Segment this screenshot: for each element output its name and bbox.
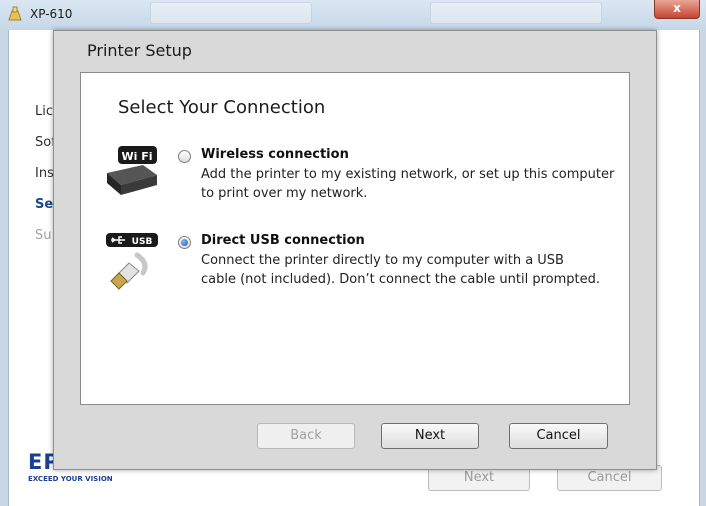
- dialog-title: Printer Setup: [87, 41, 192, 60]
- wireless-description-line: to print over my network.: [201, 186, 368, 201]
- cancel-button[interactable]: Cancel: [509, 423, 608, 449]
- close-icon: x: [673, 1, 681, 15]
- usb-radio[interactable]: [178, 236, 191, 249]
- usb-description: Connect the printer directly to my compu…: [201, 251, 621, 289]
- printer-setup-dialog: Printer Setup Select Your Connection Wi …: [53, 30, 657, 470]
- installer-app-icon: [8, 6, 22, 21]
- usb-description-line: Connect the printer directly to my compu…: [201, 253, 564, 268]
- wireless-description-line: Add the printer to my existing network, …: [201, 167, 615, 182]
- wireless-radio[interactable]: [178, 150, 191, 163]
- logo-tagline: EXCEED YOUR VISION: [28, 475, 113, 483]
- wifi-printer-icon: Wi Fi: [107, 146, 157, 195]
- background-window-title: XP-610: [30, 7, 73, 21]
- wireless-title: Wireless connection: [201, 147, 349, 162]
- back-button[interactable]: Back: [257, 423, 355, 449]
- wireless-description: Add the printer to my existing network, …: [201, 165, 621, 203]
- wifi-badge-text: Wi Fi: [121, 150, 152, 163]
- usb-badge-text: USB: [132, 237, 153, 247]
- usb-description-line: cable (not included). Don’t connect the …: [201, 272, 600, 287]
- background-window-titlebar: XP-610 x: [0, 0, 706, 30]
- background-tab: [150, 2, 312, 24]
- window-close-button[interactable]: x: [654, 0, 700, 19]
- connection-heading: Select Your Connection: [118, 97, 326, 118]
- connection-panel: Select Your Connection Wi Fi Wireless co…: [80, 72, 630, 405]
- usb-cable-icon: USB: [106, 233, 158, 290]
- usb-title: Direct USB connection: [201, 233, 365, 248]
- next-button[interactable]: Next: [381, 423, 479, 449]
- background-tab: [430, 2, 602, 24]
